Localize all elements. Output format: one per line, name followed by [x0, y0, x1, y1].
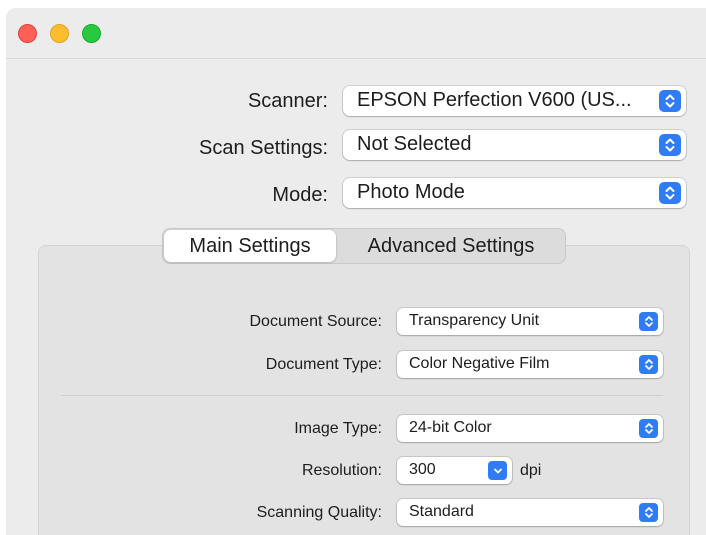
tab-main-settings[interactable]: Main Settings: [164, 230, 336, 262]
document-source-label: Document Source:: [249, 313, 382, 330]
resolution-unit: dpi: [520, 462, 542, 479]
scanning-quality-label: Scanning Quality:: [256, 504, 382, 521]
scanning-quality-popup[interactable]: Standard: [397, 499, 663, 526]
resolution-chevron-down-icon[interactable]: [488, 461, 507, 480]
close-window-button[interactable]: [18, 24, 37, 43]
image-type-popup[interactable]: 24-bit Color: [397, 415, 663, 442]
scanning-quality-stepper-icon: [639, 503, 658, 522]
document-type-stepper-icon: [639, 355, 658, 374]
mode-value: Photo Mode: [357, 181, 465, 203]
document-type-popup[interactable]: Color Negative Film: [397, 351, 663, 378]
scan-settings-value: Not Selected: [357, 133, 472, 155]
scanner-stepper-icon: [659, 90, 681, 112]
resolution-value: 300: [409, 461, 436, 478]
resolution-label: Resolution:: [301, 462, 382, 479]
mode-popup[interactable]: Photo Mode: [343, 178, 686, 208]
mode-label: Mode:: [272, 184, 328, 206]
section-divider: [61, 395, 663, 396]
settings-tab-control: Main Settings Advanced Settings: [162, 228, 566, 264]
image-type-value: 24-bit Color: [409, 419, 492, 436]
scanner-value: EPSON Perfection V600 (US...: [357, 89, 632, 111]
main-settings-panel: [38, 245, 690, 535]
zoom-window-button[interactable]: [82, 24, 101, 43]
scanning-quality-value: Standard: [409, 503, 474, 520]
minimize-window-button[interactable]: [50, 24, 69, 43]
scan-settings-popup[interactable]: Not Selected: [343, 130, 686, 160]
document-source-popup[interactable]: Transparency Unit: [397, 308, 663, 335]
scan-settings-label: Scan Settings:: [199, 137, 328, 159]
title-bar: [6, 8, 706, 59]
document-source-value: Transparency Unit: [409, 312, 540, 329]
document-type-label: Document Type:: [265, 356, 382, 373]
image-type-stepper-icon: [639, 419, 658, 438]
scan-window: Scanner: EPSON Perfection V600 (US... Sc…: [6, 8, 706, 535]
scan-settings-stepper-icon: [659, 134, 681, 156]
scanner-popup[interactable]: EPSON Perfection V600 (US...: [343, 86, 686, 116]
mode-stepper-icon: [659, 182, 681, 204]
image-type-label: Image Type:: [294, 420, 382, 437]
scanner-label: Scanner:: [247, 90, 328, 112]
document-type-value: Color Negative Film: [409, 355, 550, 372]
tab-advanced-settings[interactable]: Advanced Settings: [337, 229, 565, 263]
resolution-combo[interactable]: 300: [397, 457, 512, 484]
document-source-stepper-icon: [639, 312, 658, 331]
